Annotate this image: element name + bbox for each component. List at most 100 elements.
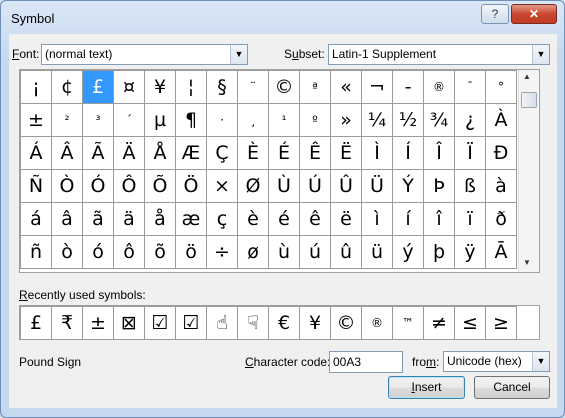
symbol-cell[interactable]: ¬ — [361, 70, 393, 104]
symbol-cell[interactable]: « — [330, 70, 362, 104]
recent-symbol-cell[interactable]: ☟ — [237, 306, 269, 340]
symbol-cell[interactable]: Î — [423, 136, 455, 170]
symbol-cell[interactable]: § — [206, 70, 238, 104]
symbol-cell[interactable]: Ñ — [20, 169, 52, 203]
insert-button[interactable]: Insert — [388, 376, 465, 399]
symbol-cell[interactable]: À — [485, 103, 517, 137]
scroll-up-icon[interactable]: ▲ — [523, 72, 531, 81]
chevron-down-icon[interactable]: ▼ — [532, 45, 549, 64]
symbol-cell[interactable]: æ — [175, 202, 207, 236]
symbol-cell[interactable]: Å — [144, 136, 176, 170]
subset-dropdown[interactable]: Latin-1 Supplement ▼ — [328, 44, 550, 65]
symbol-cell[interactable]: û — [330, 235, 362, 269]
symbol-cell[interactable]: Ô — [113, 169, 145, 203]
symbol-cell[interactable]: ú — [299, 235, 331, 269]
symbol-cell[interactable]: ð — [485, 202, 517, 236]
symbol-cell[interactable]: · — [206, 103, 238, 137]
close-button[interactable]: ✕ — [511, 4, 557, 24]
symbol-cell[interactable]: ì — [361, 202, 393, 236]
symbol-cell[interactable]: - — [392, 70, 424, 104]
symbol-cell[interactable]: Ç — [206, 136, 238, 170]
symbol-cell[interactable]: ´ — [113, 103, 145, 137]
symbol-cell[interactable]: ¹ — [268, 103, 300, 137]
character-code-input[interactable]: 00A3 — [329, 351, 403, 373]
symbol-cell[interactable]: ® — [423, 70, 455, 104]
symbol-cell[interactable]: ª — [299, 70, 331, 104]
symbol-cell[interactable]: Ü — [361, 169, 393, 203]
symbol-cell[interactable]: å — [144, 202, 176, 236]
title-bar[interactable]: Symbol ? ✕ — [1, 1, 564, 33]
symbol-cell[interactable]: â — [51, 202, 83, 236]
symbol-cell[interactable]: è — [237, 202, 269, 236]
symbol-cell[interactable]: ³ — [82, 103, 114, 137]
symbol-cell[interactable]: à — [485, 169, 517, 203]
symbol-cell[interactable]: Ò — [51, 169, 83, 203]
font-dropdown[interactable]: (normal text) ▼ — [41, 44, 248, 65]
recent-symbol-cell[interactable]: ⊠ — [113, 306, 145, 340]
recent-symbol-cell[interactable]: ® — [361, 306, 393, 340]
symbol-cell[interactable]: » — [330, 103, 362, 137]
symbol-cell[interactable]: ë — [330, 202, 362, 236]
symbol-cell[interactable]: Û — [330, 169, 362, 203]
symbol-cell[interactable]: Ã — [82, 136, 114, 170]
symbol-cell[interactable]: ¸ — [237, 103, 269, 137]
symbol-cell[interactable]: ã — [82, 202, 114, 236]
symbol-cell[interactable]: ¡ — [20, 70, 52, 104]
grid-scrollbar[interactable]: ▲ ▼ — [518, 70, 539, 272]
symbol-cell[interactable]: ý — [392, 235, 424, 269]
recent-symbol-cell[interactable]: ≤ — [454, 306, 486, 340]
symbol-cell[interactable]: ¤ — [113, 70, 145, 104]
recent-symbol-cell[interactable]: £ — [20, 306, 52, 340]
symbol-cell[interactable]: Ø — [237, 169, 269, 203]
symbol-cell[interactable]: ô — [113, 235, 145, 269]
recent-symbol-cell[interactable]: € — [268, 306, 300, 340]
symbol-cell[interactable]: é — [268, 202, 300, 236]
symbol-cell[interactable]: ¯ — [454, 70, 486, 104]
symbol-cell[interactable]: Ý — [392, 169, 424, 203]
symbol-cell[interactable]: Ê — [299, 136, 331, 170]
symbol-cell[interactable]: Ì — [361, 136, 393, 170]
chevron-down-icon[interactable]: ▼ — [532, 352, 549, 371]
scroll-thumb[interactable] — [521, 92, 537, 108]
symbol-cell[interactable]: © — [268, 70, 300, 104]
symbol-cell[interactable]: ¢ — [51, 70, 83, 104]
symbol-cell[interactable]: î — [423, 202, 455, 236]
symbol-cell[interactable]: ¦ — [175, 70, 207, 104]
recent-symbol-cell[interactable]: ☑ — [175, 306, 207, 340]
help-button[interactable]: ? — [481, 4, 509, 24]
symbol-cell[interactable]: á — [20, 202, 52, 236]
symbol-cell[interactable]: ¥ — [144, 70, 176, 104]
symbol-cell[interactable]: ÿ — [454, 235, 486, 269]
recent-symbol-cell[interactable]: ≠ — [423, 306, 455, 340]
from-dropdown[interactable]: Unicode (hex) ▼ — [443, 351, 550, 372]
recent-symbol-cell[interactable]: © — [330, 306, 362, 340]
symbol-cell[interactable]: ¿ — [454, 103, 486, 137]
symbol-cell[interactable]: ü — [361, 235, 393, 269]
symbol-cell[interactable]: Â — [51, 136, 83, 170]
symbol-cell[interactable]: × — [206, 169, 238, 203]
symbol-cell[interactable]: þ — [423, 235, 455, 269]
symbol-cell[interactable]: õ — [144, 235, 176, 269]
symbol-cell[interactable]: Ö — [175, 169, 207, 203]
chevron-down-icon[interactable]: ▼ — [230, 45, 247, 64]
symbol-cell[interactable]: Æ — [175, 136, 207, 170]
symbol-cell[interactable]: ¨ — [237, 70, 269, 104]
symbol-cell[interactable]: ß — [454, 169, 486, 203]
symbol-cell[interactable]: ò — [51, 235, 83, 269]
symbol-cell[interactable]: ù — [268, 235, 300, 269]
symbol-cell[interactable]: Ë — [330, 136, 362, 170]
symbol-cell[interactable]: Ó — [82, 169, 114, 203]
symbol-cell[interactable]: ä — [113, 202, 145, 236]
symbol-cell[interactable]: ç — [206, 202, 238, 236]
symbol-cell[interactable]: ö — [175, 235, 207, 269]
symbol-cell[interactable]: £ — [82, 70, 114, 104]
symbol-cell[interactable]: Á — [20, 136, 52, 170]
symbol-cell[interactable]: Ù — [268, 169, 300, 203]
symbol-cell[interactable]: Ï — [454, 136, 486, 170]
symbol-cell[interactable]: ¶ — [175, 103, 207, 137]
symbol-cell[interactable]: Ä — [113, 136, 145, 170]
symbol-cell[interactable]: ± — [20, 103, 52, 137]
cancel-button[interactable]: Cancel — [474, 376, 550, 399]
symbol-cell[interactable]: Í — [392, 136, 424, 170]
symbol-cell[interactable]: Þ — [423, 169, 455, 203]
